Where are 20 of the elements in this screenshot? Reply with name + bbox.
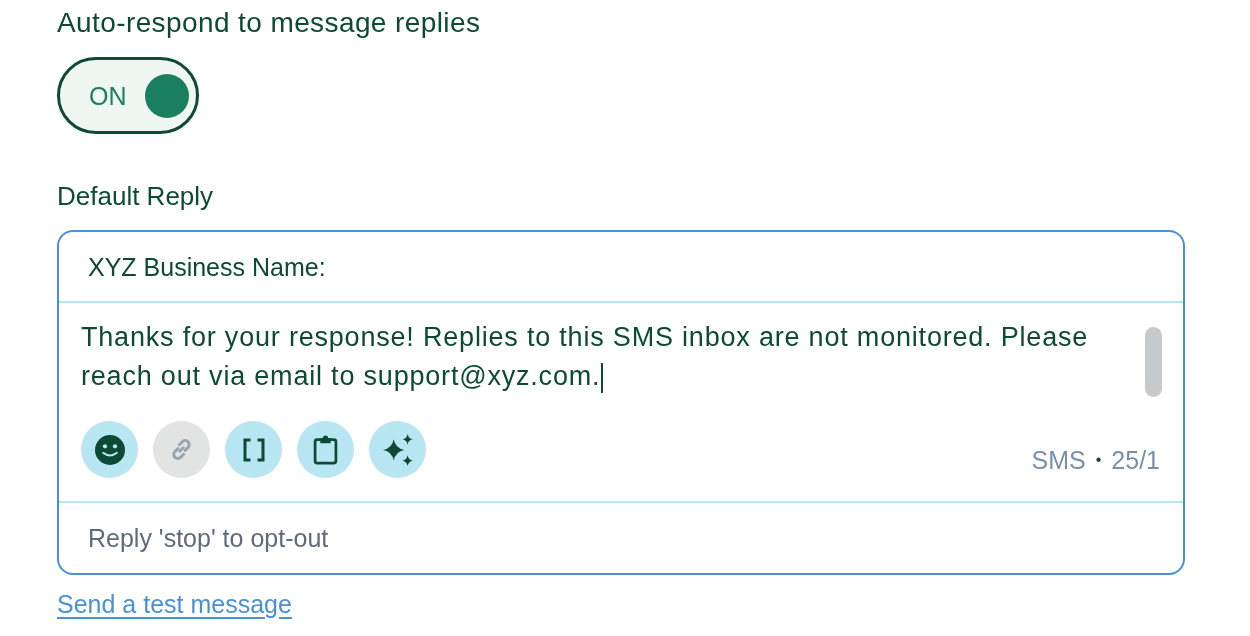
character-count: 25/1 [1111,444,1160,475]
message-field[interactable]: Thanks for your response! Replies to this SMS inbox are not monitored. Please reach out via email to support@xyz.com. [81,318,1116,396]
send-test-link[interactable]: Send a test message [57,589,292,619]
toggle-switch[interactable]: ON [57,57,199,134]
ai-assist-button[interactable] [369,421,426,478]
smiley-icon [94,434,125,465]
channel-label: SMS [1031,444,1086,475]
text-cursor [601,362,604,393]
field-label: Default Reply [57,181,214,211]
section-title: Auto-respond to message replies [57,7,481,39]
template-button[interactable] [297,421,354,478]
brackets-icon [241,437,266,462]
toggle-knob [145,73,189,118]
variable-button[interactable] [225,421,282,478]
sender-prefix: XYZ Business Name: [88,251,326,282]
clipboard-icon [313,434,338,465]
scrollbar-thumb[interactable] [1145,327,1162,397]
emoji-button[interactable] [81,421,138,478]
opt-out-footer: Reply 'stop' to opt-out [88,523,329,553]
separator-dot: • [1095,449,1102,470]
